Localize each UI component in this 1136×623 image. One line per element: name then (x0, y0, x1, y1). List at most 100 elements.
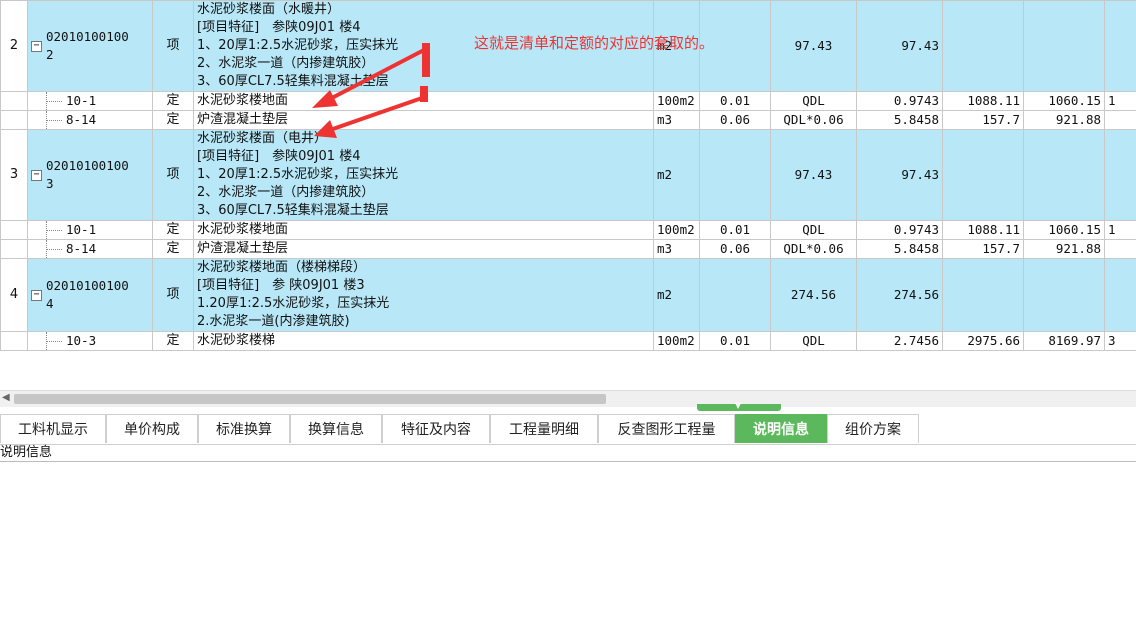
item-feature-line: 2、水泥浆一道（内掺建筑胶） (197, 185, 375, 200)
quantity[interactable]: 0.9743 (856, 91, 943, 111)
extra-value[interactable] (1104, 239, 1136, 259)
row-number: 3 (0, 129, 28, 221)
tab-3[interactable]: 换算信息 (290, 414, 382, 443)
unit[interactable]: 100m2 (653, 331, 700, 351)
horizontal-scrollbar[interactable]: ◀ (0, 390, 1136, 407)
quota-code[interactable]: 10-1 (27, 220, 153, 240)
quota-row[interactable]: 10-3 定水泥砂浆楼梯 100m2 0.01 QDL 2.7456 2975.66 8169… (0, 331, 1136, 351)
bill-grid[interactable]: 2−020101001002 项水泥砂浆楼面（水暖井） [项目特征] 参陕09J01… (0, 0, 1136, 390)
total-price[interactable] (1023, 0, 1105, 92)
unit[interactable]: 100m2 (653, 220, 700, 240)
item-name[interactable]: 炉渣混凝土垫层 (193, 110, 654, 130)
coefficient[interactable]: 0.01 (699, 91, 771, 111)
item-name[interactable]: 水泥砂浆楼地面 (193, 91, 654, 111)
item-name[interactable]: 水泥砂浆楼地面 (193, 220, 654, 240)
unit-price[interactable]: 2975.66 (942, 331, 1024, 351)
quantity-expression[interactable]: QDL*0.06 (770, 110, 857, 130)
extra-value[interactable] (1104, 129, 1136, 221)
extra-value[interactable]: 1 (1104, 220, 1136, 240)
quota-code[interactable]: 8-14 (27, 110, 153, 130)
tab-1[interactable]: 单价构成 (106, 414, 198, 443)
quantity[interactable]: 2.7456 (856, 331, 943, 351)
tab-2[interactable]: 标准换算 (198, 414, 290, 443)
collapse-icon[interactable]: − (31, 289, 42, 301)
item-title: 水泥砂浆楼面（水暖井） (197, 2, 341, 17)
item-feature-line: 2.水泥浆一道(内渗建筑胶) (197, 314, 350, 329)
unit[interactable]: m2 (653, 129, 700, 221)
quantity[interactable]: 0.9743 (856, 220, 943, 240)
quota-code[interactable]: 8-14 (27, 239, 153, 259)
scroll-left-icon[interactable]: ◀ (2, 392, 10, 403)
quantity-expression[interactable]: 97.43 (770, 129, 857, 221)
item-name[interactable]: 水泥砂浆楼梯 (193, 331, 654, 351)
quantity-expression[interactable]: QDL*0.06 (770, 239, 857, 259)
extra-value[interactable] (1104, 0, 1136, 92)
quantity[interactable]: 97.43 (856, 129, 943, 221)
panel-splitter[interactable]: ▼ (697, 401, 781, 411)
coefficient[interactable]: 0.06 (699, 110, 771, 130)
extra-value[interactable] (1104, 110, 1136, 130)
tab-0[interactable]: 工料机显示 (0, 414, 106, 443)
quota-code[interactable]: 10-3 (27, 331, 153, 351)
total-price[interactable] (1023, 129, 1105, 221)
tab-8[interactable]: 组价方案 (827, 414, 919, 443)
total-price[interactable]: 1060.15 (1023, 220, 1105, 240)
coefficient[interactable] (699, 129, 771, 221)
quantity[interactable]: 5.8458 (856, 110, 943, 130)
quota-row[interactable]: 8-14 定炉渣混凝土垫层 m3 0.06 QDL*0.06 5.8458 157.7 921… (0, 110, 1136, 130)
unit-price[interactable]: 1088.11 (942, 220, 1024, 240)
coefficient[interactable]: 0.01 (699, 220, 771, 240)
extra-value[interactable] (1104, 258, 1136, 332)
bill-row[interactable]: 3−020101001003 项水泥砂浆楼面（电井） [项目特征] 参陕09J01 … (0, 129, 1136, 221)
collapse-icon[interactable]: − (31, 40, 42, 52)
tab-7[interactable]: 说明信息 (735, 414, 827, 443)
unit-price[interactable] (942, 258, 1024, 332)
unit-price[interactable] (942, 0, 1024, 92)
unit[interactable]: m3 (653, 110, 700, 130)
unit-price[interactable]: 157.7 (942, 110, 1024, 130)
quantity[interactable]: 5.8458 (856, 239, 943, 259)
bill-row[interactable]: 4−020101001004 项水泥砂浆楼地面（楼梯梯段） [项目特征] 参 陕09… (0, 258, 1136, 332)
item-feature-line: 1、20厚1:2.5水泥砂浆，压实抹光 (197, 167, 399, 182)
quota-row[interactable]: 10-1 定水泥砂浆楼地面 100m2 0.01 QDL 0.9743 1088.11 106… (0, 220, 1136, 240)
quantity-expression[interactable]: 274.56 (770, 258, 857, 332)
unit-price[interactable]: 157.7 (942, 239, 1024, 259)
collapse-icon[interactable]: − (31, 169, 42, 181)
coefficient[interactable]: 0.01 (699, 331, 771, 351)
total-price[interactable]: 921.88 (1023, 110, 1105, 130)
unit[interactable]: m3 (653, 239, 700, 259)
quantity-expression[interactable]: 97.43 (770, 0, 857, 92)
quota-code[interactable]: 10-1 (27, 91, 153, 111)
unit[interactable]: m2 (653, 258, 700, 332)
total-price[interactable]: 921.88 (1023, 239, 1105, 259)
quota-row[interactable]: 10-1 定水泥砂浆楼地面 100m2 0.01 QDL 0.9743 1088.11 106… (0, 91, 1136, 111)
item-name[interactable]: 水泥砂浆楼地面（楼梯梯段） [项目特征] 参 陕09J01 楼3 1.20厚1:2.… (193, 258, 654, 332)
quantity-expression[interactable]: QDL (770, 220, 857, 240)
quantity[interactable]: 274.56 (856, 258, 943, 332)
item-name[interactable]: 炉渣混凝土垫层 (193, 239, 654, 259)
scrollbar-thumb[interactable] (14, 394, 606, 404)
quantity-expression[interactable]: QDL (770, 91, 857, 111)
extra-value[interactable]: 1 (1104, 91, 1136, 111)
tab-5[interactable]: 工程量明细 (490, 414, 598, 443)
tab-4[interactable]: 特征及内容 (382, 414, 490, 443)
total-price[interactable]: 1060.15 (1023, 91, 1105, 111)
bill-code[interactable]: −020101001003 (27, 129, 153, 221)
bill-code[interactable]: −020101001002 (27, 0, 153, 92)
coefficient[interactable] (699, 258, 771, 332)
item-kind: 定 (152, 220, 194, 240)
extra-value[interactable]: 3 (1104, 331, 1136, 351)
unit-price[interactable]: 1088.11 (942, 91, 1024, 111)
unit[interactable]: 100m2 (653, 91, 700, 111)
item-name[interactable]: 水泥砂浆楼面（电井） [项目特征] 参陕09J01 楼4 1、20厚1:2.5水泥砂… (193, 129, 654, 221)
item-feature-line: 2、水泥浆一道（内掺建筑胶） (197, 56, 375, 71)
total-price[interactable] (1023, 258, 1105, 332)
coefficient[interactable]: 0.06 (699, 239, 771, 259)
quantity-expression[interactable]: QDL (770, 331, 857, 351)
quantity[interactable]: 97.43 (856, 0, 943, 92)
bill-code[interactable]: −020101001004 (27, 258, 153, 332)
unit-price[interactable] (942, 129, 1024, 221)
quota-row[interactable]: 8-14 定炉渣混凝土垫层 m3 0.06 QDL*0.06 5.8458 157.7 921… (0, 239, 1136, 259)
tab-6[interactable]: 反查图形工程量 (598, 414, 735, 443)
total-price[interactable]: 8169.97 (1023, 331, 1105, 351)
